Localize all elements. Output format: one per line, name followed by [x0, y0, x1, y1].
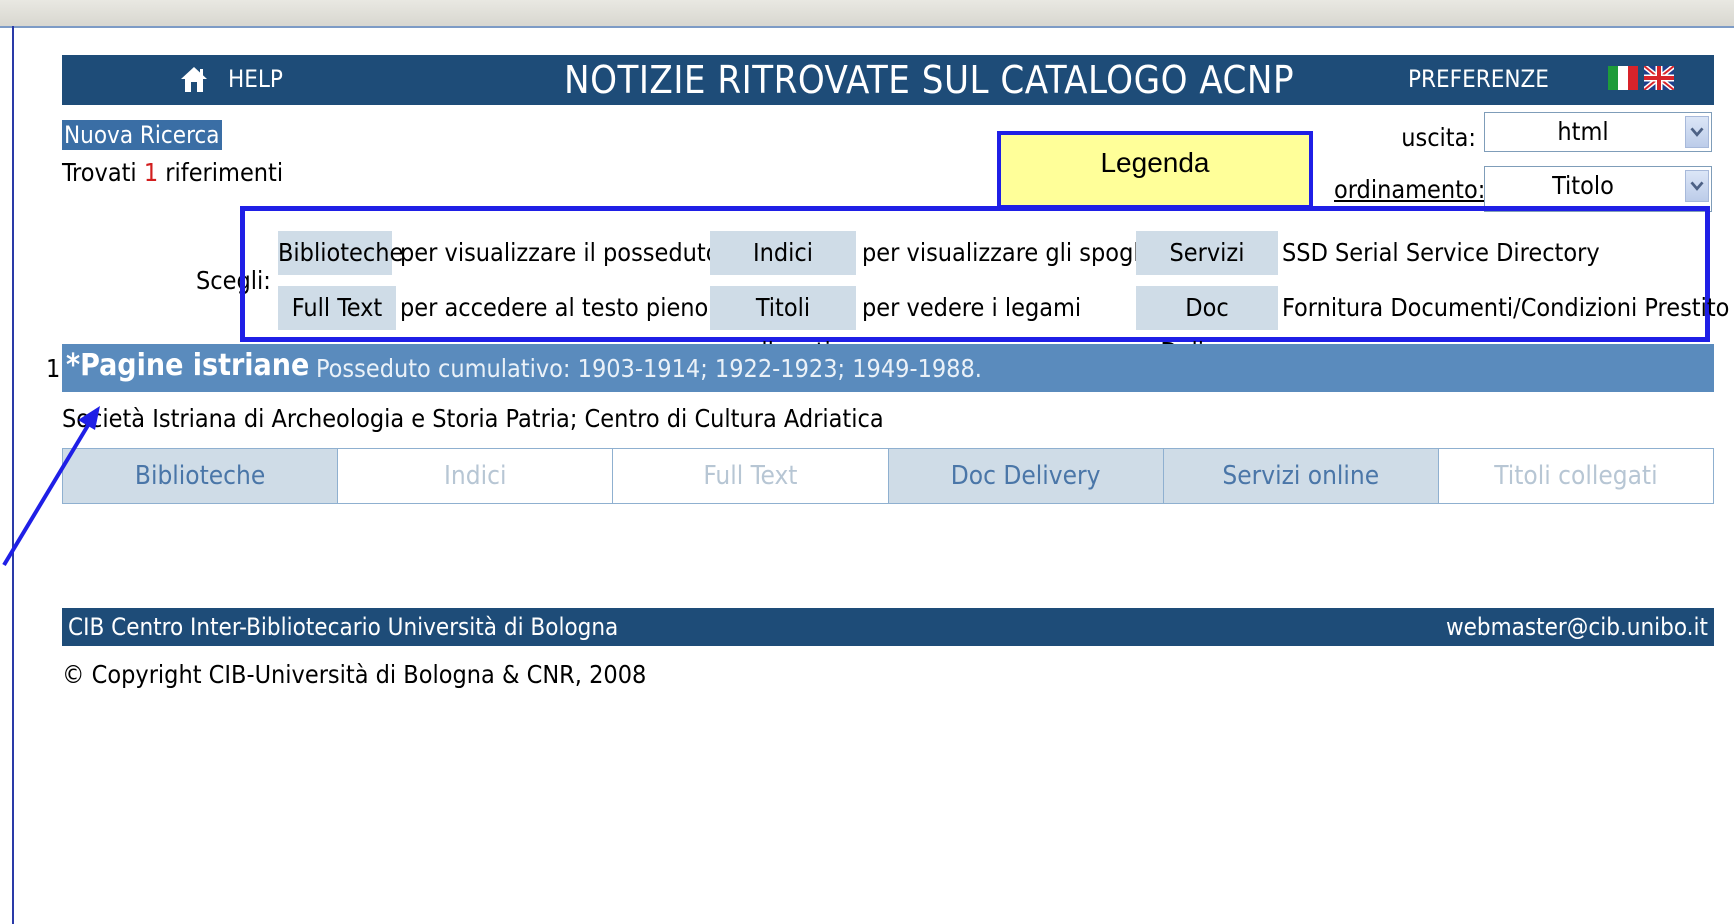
result-actions: Biblioteche Indici Full Text Doc Deliver…: [62, 448, 1714, 504]
action-doc-delivery[interactable]: Doc Delivery: [888, 449, 1164, 503]
legend-tag-full-text: Full Text: [278, 286, 396, 330]
result-header: *Pagine istriane Posseduto cumulativo: 1…: [62, 344, 1714, 392]
legend-label: Legenda: [1100, 147, 1210, 178]
results-number: 1: [143, 158, 159, 187]
home-icon[interactable]: [178, 63, 210, 95]
legend-tag-servizi-online: Servizi online: [1136, 231, 1278, 311]
action-indici: Indici: [338, 449, 614, 503]
action-titoli-collegati: Titoli collegati: [1438, 449, 1714, 503]
order-label: ordinamento:: [1334, 175, 1486, 204]
header-bar: HELP NOTIZIE RITROVATE SUL CATALOGO ACNP…: [62, 55, 1714, 105]
output-label: uscita:: [1401, 123, 1476, 152]
legend-tag-biblioteche: Biblioteche: [278, 231, 403, 275]
results-count: Trovati 1 riferimenti: [62, 158, 284, 187]
action-full-text: Full Text: [613, 449, 889, 503]
copyright: © Copyright CIB-Università di Bologna & …: [62, 660, 647, 689]
page-title: NOTIZIE RITROVATE SUL CATALOGO ACNP: [564, 58, 1295, 102]
result-publisher: Società Istriana di Archeologia e Storia…: [62, 404, 884, 433]
italian-flag-icon[interactable]: [1608, 66, 1638, 90]
uk-flag-icon[interactable]: [1644, 66, 1674, 90]
legend-desc-servizi-online: SSD Serial Service Directory: [1282, 238, 1600, 267]
order-value: Titolo: [1552, 171, 1614, 200]
result-number: 1: [46, 354, 61, 383]
preferences-link[interactable]: PREFERENZE: [1408, 65, 1549, 93]
legend-desc-doc-delivery: Fornitura Documenti/Condizioni Prestito: [1282, 293, 1730, 322]
legend-tag-indici: Indici: [710, 231, 856, 275]
action-servizi-online[interactable]: Servizi online: [1163, 449, 1439, 503]
new-search-link[interactable]: Nuova Ricerca: [62, 120, 222, 150]
legend-tag-doc-delivery: Doc Delivery: [1136, 286, 1278, 366]
output-value: html: [1557, 117, 1609, 146]
dropdown-arrow-icon[interactable]: [1685, 116, 1709, 148]
legend-box[interactable]: Legenda: [997, 131, 1313, 209]
browser-top-strip: [0, 0, 1734, 28]
legend-desc-titoli-collegati: per vedere i legami: [862, 293, 1082, 322]
footer-bar: CIB Centro Inter-Bibliotecario Universit…: [62, 608, 1714, 646]
dropdown-arrow-icon[interactable]: [1685, 170, 1709, 202]
annotation-arrow-icon: [2, 406, 100, 567]
help-link[interactable]: HELP: [228, 65, 283, 93]
output-select[interactable]: html: [1484, 112, 1712, 152]
legend-desc-biblioteche: per visualizzare il posseduto: [400, 238, 720, 267]
webmaster-email-link[interactable]: webmaster@cib.unibo.it: [1446, 613, 1708, 641]
result-holdings: Posseduto cumulativo: 1903-1914; 1922-19…: [316, 354, 982, 383]
result-title[interactable]: *Pagine istriane: [66, 348, 309, 383]
footer-org: CIB Centro Inter-Bibliotecario Universit…: [68, 613, 619, 641]
legend-tag-titoli-collegati: Titoli collegati: [710, 286, 856, 366]
legend-desc-indici: per visualizzare gli spogli: [862, 238, 1146, 267]
legend-desc-full-text: per accedere al testo pieno: [400, 293, 709, 322]
